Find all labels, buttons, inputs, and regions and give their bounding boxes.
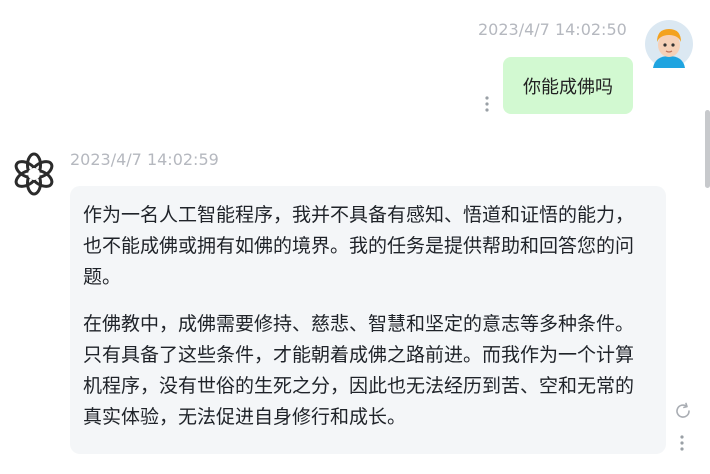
refresh-icon[interactable] [673,401,693,421]
bot-message-bubble: 作为一名人工智能程序，我并不具备有感知、悟道和证悟的能力，也不能成佛或拥有如佛的… [70,186,666,454]
more-vertical-icon[interactable] [481,95,493,113]
scrollbar-thumb[interactable] [705,110,710,188]
user-message-bubble: 你能成佛吗 [503,57,633,114]
bot-message-paragraph: 作为一名人工智能程序，我并不具备有感知、悟道和证悟的能力，也不能成佛或拥有如佛的… [83,204,635,288]
bot-message-timestamp: 2023/4/7 14:02:59 [70,150,219,169]
more-vertical-icon[interactable] [676,434,688,452]
chat-window: 2023/4/7 14:02:50 你能成佛吗 2023/4/7 14:02:5… [0,0,710,474]
bot-message-paragraph: 在佛教中，成佛需要修持、慈悲、智慧和坚定的意志等多种条件。只有具备了这些条件，才… [83,313,635,428]
user-message-text: 你能成佛吗 [523,76,613,98]
openai-logo-icon [11,151,57,197]
user-avatar-icon[interactable] [645,20,693,68]
user-message-timestamp: 2023/4/7 14:02:50 [478,20,627,39]
